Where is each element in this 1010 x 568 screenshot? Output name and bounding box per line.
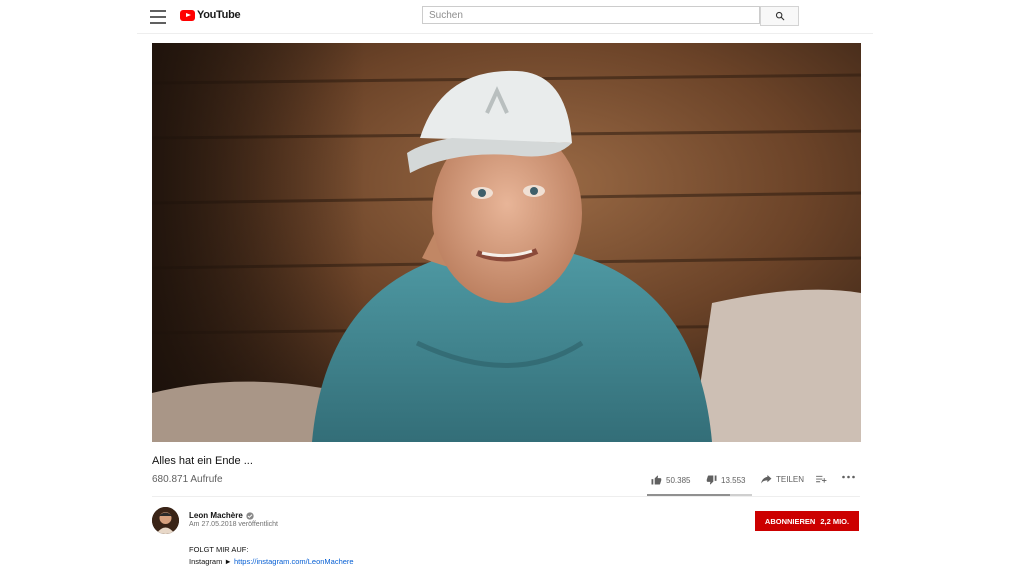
add-to-playlist-icon xyxy=(816,475,827,483)
more-actions-button[interactable] xyxy=(842,475,859,479)
avatar-image xyxy=(152,507,179,534)
header-divider xyxy=(137,33,873,34)
youtube-logo[interactable]: YouTube xyxy=(180,9,241,21)
dislike-count: 13.553 xyxy=(721,475,746,485)
verified-icon xyxy=(246,511,254,520)
dislike-button[interactable]: 13.553 xyxy=(706,475,745,485)
instagram-link[interactable]: https://instagram.com/LeonMachere xyxy=(234,557,354,566)
instagram-label: Instagram ► xyxy=(189,557,232,566)
channel-name[interactable]: Leon Machère xyxy=(189,511,254,520)
like-count: 50.385 xyxy=(666,475,691,485)
subscribe-label: ABONNIEREN xyxy=(764,516,816,526)
search-input[interactable] xyxy=(422,6,760,24)
channel-name-text: Leon Machère xyxy=(189,511,243,520)
view-count: 680.871 Aufrufe xyxy=(152,474,223,485)
logo-text: YouTube xyxy=(197,9,241,21)
video-frame xyxy=(152,43,861,442)
subscribe-button[interactable]: ABONNIEREN 2,2 MIO. xyxy=(755,511,859,531)
more-icon xyxy=(842,475,855,479)
search-icon xyxy=(775,11,784,21)
search-button[interactable] xyxy=(760,6,799,26)
share-icon xyxy=(761,475,772,484)
video-player[interactable] xyxy=(152,43,861,442)
avatar[interactable] xyxy=(152,507,179,534)
publish-date: Am 27.05.2018 veröffentlicht xyxy=(189,521,278,528)
share-label: TEILEN xyxy=(776,475,805,484)
thumbs-up-icon xyxy=(651,475,662,485)
menu-icon[interactable] xyxy=(150,10,166,24)
subscriber-count: 2,2 MIO. xyxy=(820,516,850,526)
description-heading: FOLGT MIR AUF: xyxy=(189,545,249,554)
like-button[interactable]: 50.385 xyxy=(651,475,690,485)
description-instagram-line: Instagram ► https://instagram.com/LeonMa… xyxy=(189,557,354,566)
youtube-play-icon xyxy=(180,9,195,21)
add-to-playlist-button[interactable] xyxy=(816,475,831,484)
video-title: Alles hat ein Ende ... xyxy=(152,455,253,467)
thumbs-down-icon xyxy=(706,475,717,485)
meta-divider xyxy=(152,496,860,497)
share-button[interactable]: TEILEN xyxy=(761,475,804,484)
